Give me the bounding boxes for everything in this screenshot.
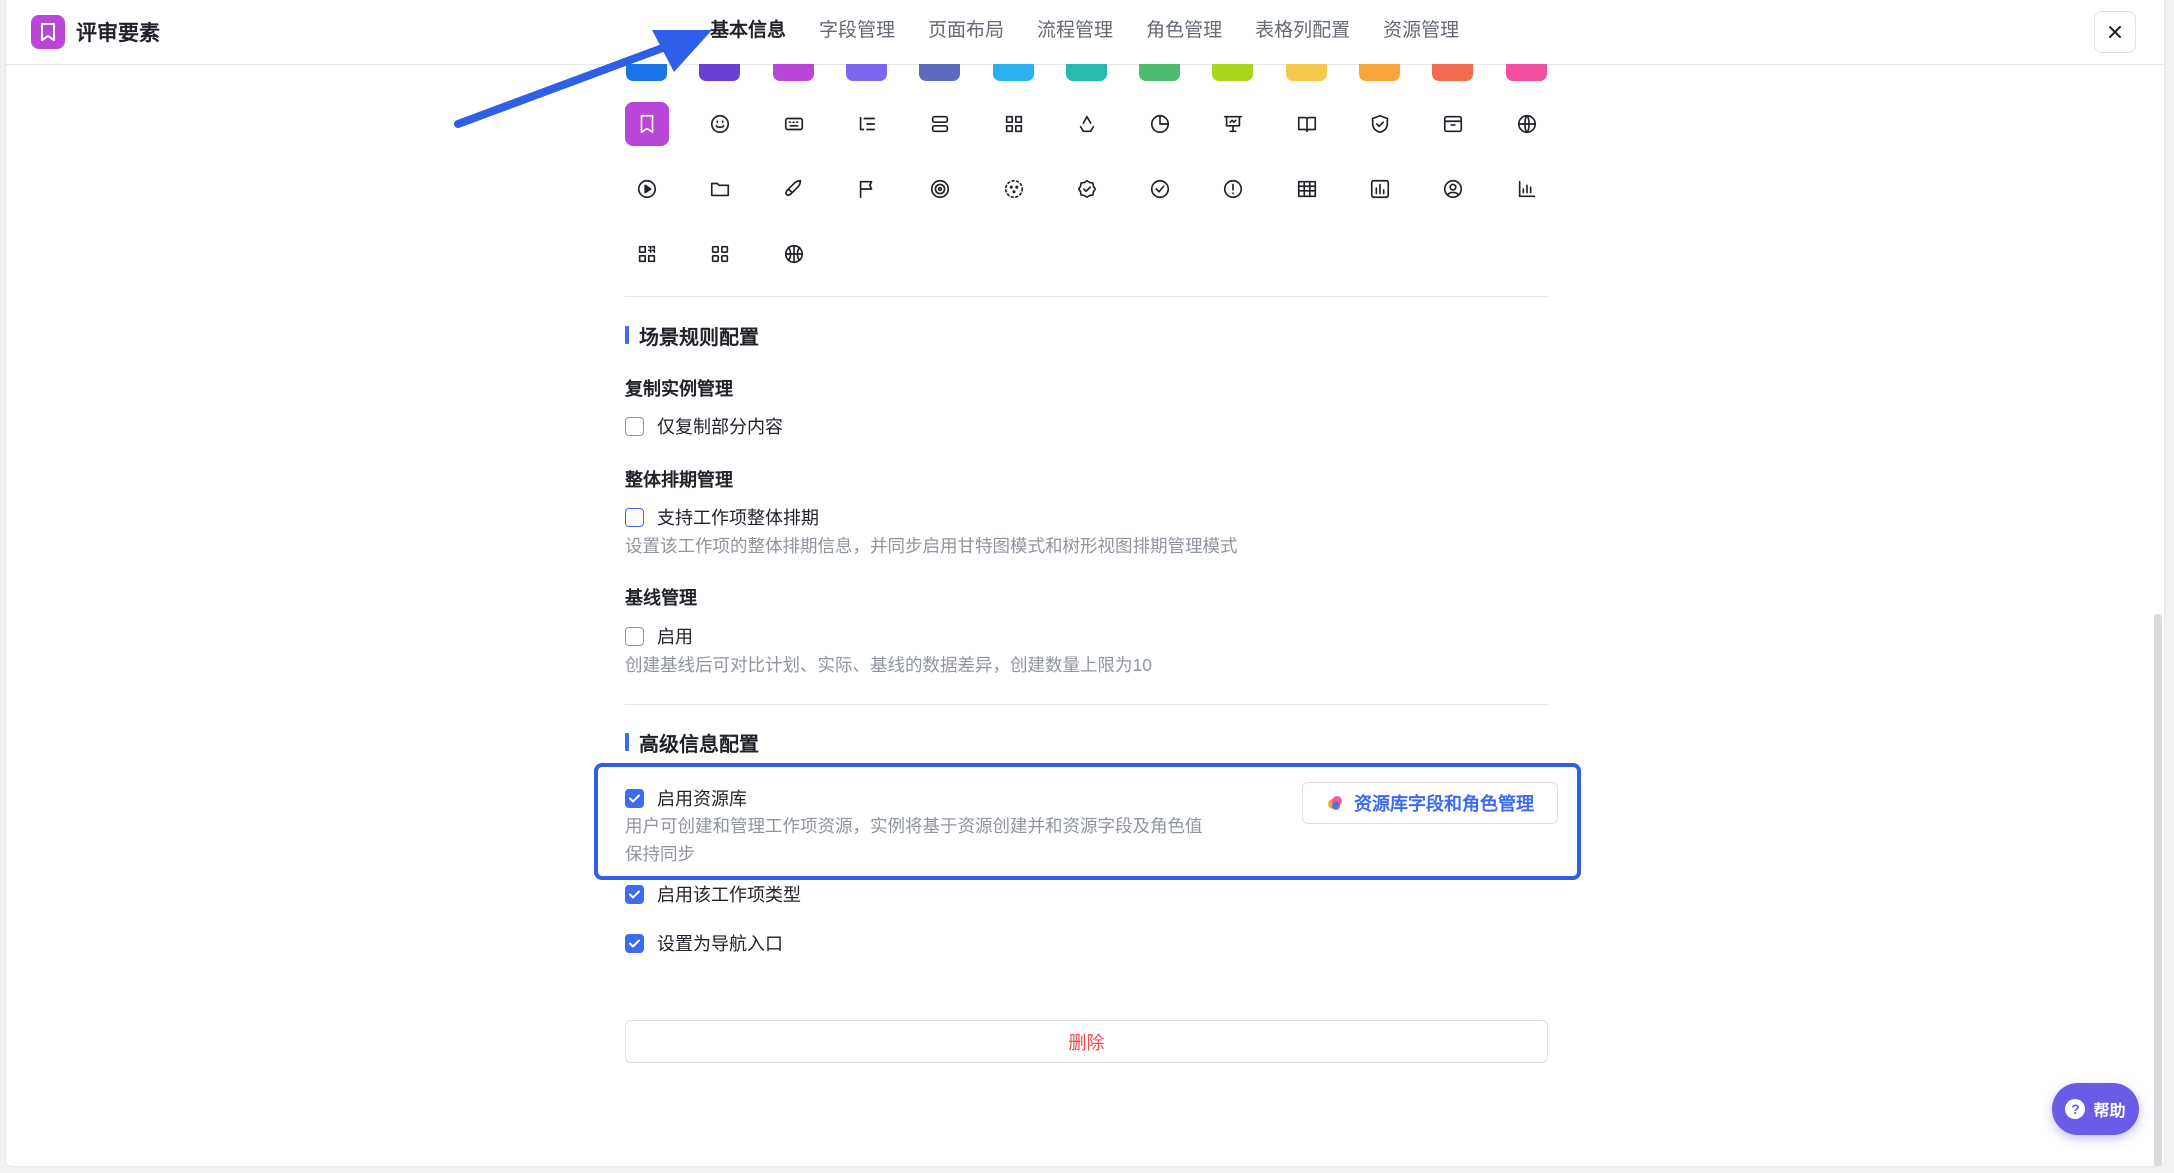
color-swatch[interactable] xyxy=(1139,64,1181,81)
baseline-description: 创建基线后可对比计划、实际、基线的数据差异，创建数量上限为10 xyxy=(625,655,1152,675)
resource-lib-checkbox-row[interactable]: 启用资源库 xyxy=(625,785,747,811)
copy-instance-label: 复制实例管理 xyxy=(625,379,733,399)
archive-icon[interactable] xyxy=(1431,102,1475,146)
grid-icon[interactable] xyxy=(992,102,1036,146)
color-swatch[interactable] xyxy=(1065,64,1107,81)
bar-chart-icon[interactable] xyxy=(1505,167,1549,211)
check-icon xyxy=(629,890,640,898)
delete-button[interactable]: 删除 xyxy=(625,1020,1548,1063)
shield-check-icon[interactable] xyxy=(1358,102,1402,146)
scrollbar-thumb[interactable] xyxy=(2154,614,2162,1166)
recycle-icon[interactable] xyxy=(1065,102,1109,146)
schedule-option-label: 支持工作项整体排期 xyxy=(657,508,819,528)
section-title-advanced: 高级信息配置 xyxy=(625,728,759,757)
copy-partial-checkbox-row[interactable]: 仅复制部分内容 xyxy=(625,413,783,439)
resource-lib-description-1: 用户可创建和管理工作项资源，实例将基于资源创建并和资源字段及角色值 xyxy=(625,816,1203,836)
close-button[interactable] xyxy=(2094,11,2136,53)
schedule-description: 设置该工作项的整体排期信息，并同步启用甘特图模式和树形视图排期管理模式 xyxy=(625,536,1238,556)
color-swatch[interactable] xyxy=(1285,64,1327,81)
close-icon xyxy=(2109,26,2121,38)
keyboard-icon[interactable] xyxy=(772,102,816,146)
color-swatch[interactable] xyxy=(1432,64,1474,81)
badge-check-icon[interactable] xyxy=(1065,167,1109,211)
folder-icon[interactable] xyxy=(698,167,742,211)
resource-lib-manage-button[interactable]: 资源库字段和角色管理 xyxy=(1302,782,1558,824)
pie-chart-icon[interactable] xyxy=(1138,102,1182,146)
stack-icon[interactable] xyxy=(918,102,962,146)
smile-icon[interactable] xyxy=(698,102,742,146)
tab-field-management[interactable]: 字段管理 xyxy=(819,0,895,64)
bar-box-icon[interactable] xyxy=(1358,167,1402,211)
resource-lib-checkbox[interactable] xyxy=(625,788,644,808)
check-icon xyxy=(629,794,640,802)
flag-icon[interactable] xyxy=(845,167,889,211)
color-swatch[interactable] xyxy=(626,64,667,81)
color-swatch[interactable] xyxy=(699,64,741,81)
help-icon: ? xyxy=(2065,1099,2086,1119)
color-swatch[interactable] xyxy=(1505,64,1547,81)
schedule-label: 整体排期管理 xyxy=(625,470,733,490)
nav-entry-checkbox[interactable] xyxy=(625,933,644,953)
table-icon[interactable] xyxy=(1285,167,1329,211)
check-circle-icon[interactable] xyxy=(1138,167,1182,211)
baseline-label: 基线管理 xyxy=(625,588,697,608)
presentation-icon[interactable] xyxy=(1211,102,1255,146)
enable-type-label: 启用该工作项类型 xyxy=(657,885,801,905)
dialog-window: 评审要素 基本信息 字段管理 页面布局 流程管理 角色管理 表格列配置 资源管理… xyxy=(6,0,2164,1166)
schedule-checkbox-row[interactable]: 支持工作项整体排期 xyxy=(625,504,819,530)
bookmark-icon[interactable] xyxy=(625,102,669,146)
resource-lib-description-2: 保持同步 xyxy=(625,844,695,864)
nav-entry-label: 设置为导航入口 xyxy=(657,934,783,954)
globe-icon[interactable] xyxy=(1505,102,1549,146)
copy-partial-label: 仅复制部分内容 xyxy=(657,417,783,437)
play-circle-icon[interactable] xyxy=(625,167,669,211)
schedule-checkbox[interactable] xyxy=(625,507,644,527)
copy-partial-checkbox[interactable] xyxy=(625,416,644,436)
help-button[interactable]: ? 帮助 xyxy=(2052,1083,2139,1135)
color-swatch[interactable] xyxy=(1359,64,1400,81)
section-title-scene-rules: 场景规则配置 xyxy=(625,321,759,350)
resource-lib-manage-label: 资源库字段和角色管理 xyxy=(1354,794,1534,814)
baseline-option-label: 启用 xyxy=(657,627,693,647)
color-swatch[interactable] xyxy=(992,64,1034,81)
color-swatch-row xyxy=(626,64,1556,81)
help-label: 帮助 xyxy=(2093,1103,2126,1120)
tab-bar: 基本信息 字段管理 页面布局 流程管理 角色管理 表格列配置 资源管理 xyxy=(710,0,1492,64)
color-swatch[interactable] xyxy=(919,64,961,81)
tab-basic-info[interactable]: 基本信息 xyxy=(710,0,786,64)
page-title: 评审要素 xyxy=(76,22,160,45)
tab-roles[interactable]: 角色管理 xyxy=(1146,0,1222,64)
dotted-circle-icon[interactable] xyxy=(992,167,1036,211)
rocket-icon[interactable] xyxy=(772,167,816,211)
scrollbar[interactable] xyxy=(2152,64,2164,1166)
basketball-icon[interactable] xyxy=(772,232,816,276)
enable-type-checkbox[interactable] xyxy=(625,884,644,904)
tab-workflow[interactable]: 流程管理 xyxy=(1037,0,1113,64)
baseline-checkbox-row[interactable]: 启用 xyxy=(625,623,693,649)
book-icon[interactable] xyxy=(1285,102,1329,146)
tab-table-columns[interactable]: 表格列配置 xyxy=(1255,0,1350,64)
color-swatch[interactable] xyxy=(845,64,887,81)
user-circle-icon[interactable] xyxy=(1431,167,1475,211)
resource-lib-label: 启用资源库 xyxy=(657,789,747,809)
resource-logo-icon xyxy=(1328,796,1342,810)
outline-list-icon[interactable] xyxy=(845,102,889,146)
apps-icon[interactable] xyxy=(698,232,742,276)
enable-type-checkbox-row[interactable]: 启用该工作项类型 xyxy=(625,881,801,907)
alert-circle-icon[interactable] xyxy=(1211,167,1255,211)
baseline-checkbox[interactable] xyxy=(625,626,644,646)
color-swatch[interactable] xyxy=(1212,64,1254,81)
nav-entry-checkbox-row[interactable]: 设置为导航入口 xyxy=(625,930,783,956)
check-icon xyxy=(629,939,640,947)
divider xyxy=(625,296,1549,297)
qr-grid-icon[interactable] xyxy=(625,232,669,276)
color-swatch[interactable] xyxy=(772,64,814,81)
tab-page-layout[interactable]: 页面布局 xyxy=(928,0,1004,64)
header-bar: 评审要素 基本信息 字段管理 页面布局 流程管理 角色管理 表格列配置 资源管理 xyxy=(6,0,2164,65)
divider xyxy=(625,704,1549,705)
tab-resources[interactable]: 资源管理 xyxy=(1383,0,1459,64)
bookmark-icon xyxy=(31,15,65,49)
target-icon[interactable] xyxy=(918,167,962,211)
